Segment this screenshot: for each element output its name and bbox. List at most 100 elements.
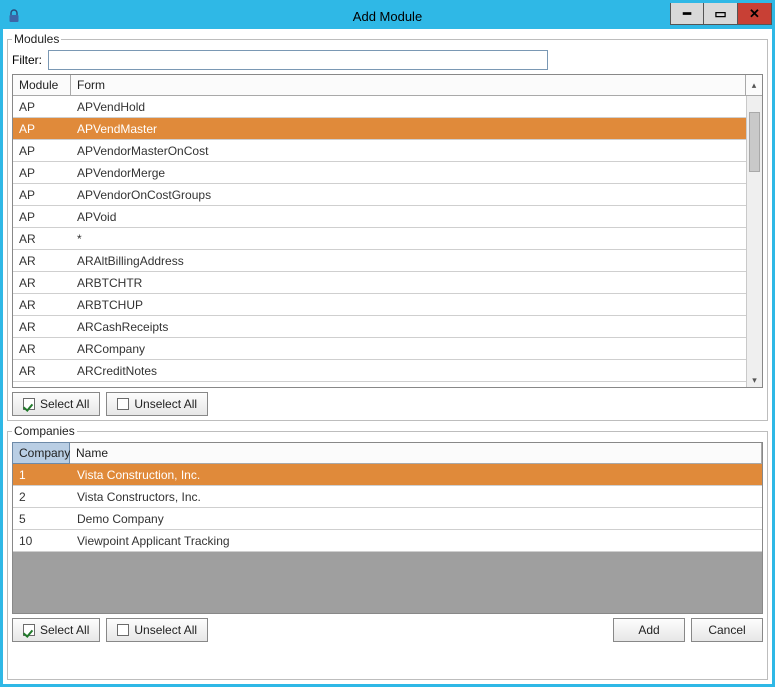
companies-unselect-all-button[interactable]: Unselect All — [106, 618, 208, 642]
cell-module: AR — [13, 229, 71, 249]
cancel-button[interactable]: Cancel — [691, 618, 763, 642]
companies-button-row: Select All Unselect All Add Cancel — [12, 618, 763, 642]
table-row[interactable]: APAPVoid — [13, 206, 762, 228]
cell-module: AP — [13, 185, 71, 205]
btn-label: Unselect All — [134, 397, 197, 411]
table-row[interactable]: ARARAltBillingAddress — [13, 250, 762, 272]
titlebar: Add Module ━ ▭ ✕ — [3, 3, 772, 29]
table-row[interactable]: AR* — [13, 228, 762, 250]
cell-form: ARAltBillingAddress — [71, 251, 762, 271]
cell-module: AP — [13, 141, 71, 161]
cell-module: AP — [13, 163, 71, 183]
check-icon — [23, 624, 35, 636]
companies-legend: Companies — [12, 424, 77, 438]
cell-name: Demo Company — [71, 509, 762, 529]
window-controls: ━ ▭ ✕ — [670, 3, 772, 25]
cell-module: AR — [13, 361, 71, 381]
unchecked-icon — [117, 624, 129, 636]
scrollbar-thumb[interactable] — [749, 112, 760, 172]
cell-module: AP — [13, 119, 71, 139]
modules-grid-header: Module Form ▴ — [13, 75, 762, 96]
companies-grid-header: Company Name — [13, 443, 762, 464]
companies-fieldset: Companies Company Name 1Vista Constructi… — [7, 424, 768, 680]
table-row[interactable]: ARARBTCHUP — [13, 294, 762, 316]
close-button[interactable]: ✕ — [738, 3, 772, 25]
cell-module: AR — [13, 295, 71, 315]
modules-legend: Modules — [12, 32, 61, 46]
modules-button-row: Select All Unselect All — [12, 392, 763, 416]
maximize-button[interactable]: ▭ — [704, 3, 738, 25]
cell-company: 2 — [13, 487, 71, 507]
cell-form: APVendorOnCostGroups — [71, 185, 762, 205]
companies-select-all-button[interactable]: Select All — [12, 618, 100, 642]
cell-module: AP — [13, 97, 71, 117]
modules-col-form[interactable]: Form — [71, 75, 746, 95]
table-row[interactable]: ARARCreditNotes — [13, 360, 762, 382]
companies-col-company[interactable]: Company — [12, 442, 70, 464]
table-row[interactable]: APAPVendorMasterOnCost — [13, 140, 762, 162]
filter-input[interactable] — [48, 50, 548, 70]
modules-unselect-all-button[interactable]: Unselect All — [106, 392, 208, 416]
cell-form: ARBTCHTR — [71, 273, 762, 293]
check-icon — [23, 398, 35, 410]
cell-module: AR — [13, 382, 71, 387]
client-area: Modules Filter: Module Form ▴ APAPVendHo… — [3, 29, 772, 684]
cell-form: ARCreditNotes — [71, 361, 762, 381]
table-row[interactable]: ARARCashReceipts — [13, 316, 762, 338]
cell-company: 5 — [13, 509, 71, 529]
cell-form: ARCashReceipts — [71, 317, 762, 337]
add-button[interactable]: Add — [613, 618, 685, 642]
scroll-down-icon[interactable]: ▾ — [747, 373, 762, 387]
scroll-up-icon[interactable]: ▴ — [746, 75, 762, 95]
modules-grid-body: APAPVendHoldAPAPVendMasterAPAPVendorMast… — [13, 96, 762, 387]
companies-col-name[interactable]: Name — [70, 443, 762, 463]
table-row[interactable]: APAPVendHold — [13, 96, 762, 118]
cell-module: AP — [13, 207, 71, 227]
table-row[interactable]: 1Vista Construction, Inc. — [13, 464, 762, 486]
filter-label: Filter: — [12, 53, 42, 67]
btn-label: Add — [638, 623, 659, 637]
cell-form: APVendHold — [71, 97, 762, 117]
cell-module: AR — [13, 273, 71, 293]
cell-name: Viewpoint Applicant Tracking — [71, 531, 762, 551]
cell-form: APVendMaster — [71, 119, 762, 139]
window-title: Add Module — [3, 9, 772, 24]
table-row[interactable]: 2Vista Constructors, Inc. — [13, 486, 762, 508]
cell-form: ARCreditNotesHeader — [71, 382, 762, 387]
modules-col-module[interactable]: Module — [13, 75, 71, 95]
window-frame: Add Module ━ ▭ ✕ Modules Filter: Module … — [0, 0, 775, 687]
filter-row: Filter: — [12, 50, 763, 70]
cell-form: APVendorMerge — [71, 163, 762, 183]
cell-module: AR — [13, 339, 71, 359]
btn-label: Select All — [40, 397, 89, 411]
cell-form: ARBTCHUP — [71, 295, 762, 315]
table-row[interactable]: ARARBTCHTR — [13, 272, 762, 294]
modules-fieldset: Modules Filter: Module Form ▴ APAPVendHo… — [7, 32, 768, 421]
table-row[interactable]: ARARCreditNotesHeader — [13, 382, 762, 387]
unchecked-icon — [117, 398, 129, 410]
cell-module: AR — [13, 251, 71, 271]
table-row[interactable]: 10Viewpoint Applicant Tracking — [13, 530, 762, 552]
modules-scrollbar[interactable]: ▾ — [746, 96, 762, 387]
table-row[interactable]: APAPVendorOnCostGroups — [13, 184, 762, 206]
btn-label: Unselect All — [134, 623, 197, 637]
modules-grid: Module Form ▴ APAPVendHoldAPAPVendMaster… — [12, 74, 763, 388]
companies-grid: Company Name 1Vista Construction, Inc.2V… — [12, 442, 763, 614]
cell-name: Vista Construction, Inc. — [71, 465, 762, 485]
table-row[interactable]: 5Demo Company — [13, 508, 762, 530]
lock-icon — [3, 9, 25, 23]
btn-label: Select All — [40, 623, 89, 637]
minimize-button[interactable]: ━ — [670, 3, 704, 25]
cell-form: * — [71, 229, 762, 249]
table-row[interactable]: APAPVendMaster — [13, 118, 762, 140]
btn-label: Cancel — [708, 623, 745, 637]
table-row[interactable]: APAPVendorMerge — [13, 162, 762, 184]
cell-name: Vista Constructors, Inc. — [71, 487, 762, 507]
cell-form: APVoid — [71, 207, 762, 227]
cell-form: ARCompany — [71, 339, 762, 359]
table-row[interactable]: ARARCompany — [13, 338, 762, 360]
companies-grid-body: 1Vista Construction, Inc.2Vista Construc… — [13, 464, 762, 613]
cell-module: AR — [13, 317, 71, 337]
cell-form: APVendorMasterOnCost — [71, 141, 762, 161]
modules-select-all-button[interactable]: Select All — [12, 392, 100, 416]
